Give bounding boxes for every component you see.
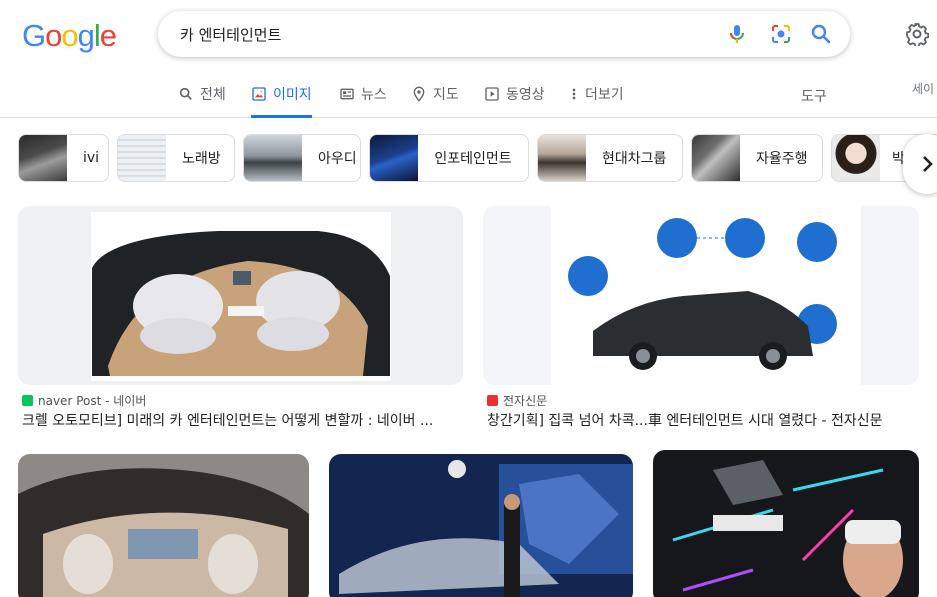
related-chip[interactable]: 아우디	[243, 134, 361, 182]
chip-label: 노래방	[182, 151, 221, 167]
tab-label: 동영상	[506, 87, 545, 103]
chip-label: 아우디	[318, 151, 357, 167]
logo-letter: g	[77, 18, 95, 53]
map-pin-icon	[413, 86, 425, 102]
chip-label: 인포테인먼트	[434, 151, 512, 167]
result-image[interactable]	[329, 454, 633, 597]
etnews-favicon-icon	[487, 395, 498, 406]
more-vert-icon	[572, 88, 576, 100]
search-icon	[179, 87, 192, 100]
tab-label: 뉴스	[361, 87, 387, 103]
chip-thumbnail	[832, 135, 880, 181]
gear-icon[interactable]	[905, 22, 929, 46]
chip-thumbnail	[244, 135, 302, 181]
tab-label: 더보기	[585, 87, 624, 103]
logo-letter: G	[22, 18, 46, 53]
naver-favicon-icon	[22, 395, 33, 406]
logo-letter: o	[61, 18, 78, 53]
vr-headset-image	[653, 450, 919, 597]
result-title[interactable]: 창간기획] 집콕 넘어 차콕...車 엔터테인먼트 시대 열렸다 - 전자신문	[487, 410, 923, 430]
chip-thumbnail	[118, 135, 166, 181]
logo-letter: e	[99, 18, 117, 53]
tab-images[interactable]: 이미지	[251, 84, 312, 118]
tab-label: 전체	[200, 87, 226, 103]
tab-maps[interactable]: 지도	[411, 84, 459, 118]
result-source[interactable]: 전자신문	[487, 392, 547, 409]
source-label: naver Post - 네이버	[38, 394, 147, 408]
chip-thumbnail	[370, 135, 418, 181]
safesearch-label[interactable]: 세이	[912, 80, 934, 97]
result-title[interactable]: 크렐 오토모티브] 미래의 카 엔터테인먼트는 어떻게 변할까 : 네이버 ..…	[22, 410, 462, 430]
tab-news[interactable]: 뉴스	[339, 84, 387, 118]
camera-lens-icon[interactable]	[769, 22, 793, 46]
search-box[interactable]: 카 엔터테인먼트	[158, 11, 850, 57]
related-chip[interactable]: 현대차그룹	[537, 134, 683, 182]
connected-car-diagram-image	[483, 206, 919, 385]
search-tabs: 전체 이미지 뉴스 지도 동영상 더보기 도구 세이	[0, 80, 937, 118]
search-icon[interactable]	[809, 22, 833, 46]
chevron-right-icon	[923, 156, 933, 172]
chip-label: ivi	[83, 150, 100, 166]
bmw-presentation-image	[329, 454, 633, 597]
chip-thumbnail	[692, 135, 740, 181]
concept-car-interior-image	[18, 454, 309, 597]
chips-next-button[interactable]	[903, 134, 937, 194]
google-logo[interactable]: Google	[22, 18, 117, 54]
result-image[interactable]	[18, 206, 463, 385]
mic-icon[interactable]	[725, 22, 749, 46]
news-icon	[340, 88, 354, 100]
logo-letter: o	[45, 18, 62, 53]
result-image[interactable]	[18, 454, 309, 597]
result-source[interactable]: naver Post - 네이버	[22, 392, 146, 409]
tab-more[interactable]: 더보기	[569, 84, 624, 118]
play-icon	[485, 87, 499, 101]
chip-thumbnail	[538, 135, 586, 181]
tab-label: 이미지	[273, 87, 312, 103]
image-icon	[252, 87, 266, 101]
chip-label: 자율주행	[756, 151, 808, 167]
related-chip[interactable]: 인포테인먼트	[369, 134, 529, 182]
tab-label: 지도	[433, 87, 459, 103]
source-label: 전자신문	[503, 394, 548, 408]
car-interior-image	[18, 206, 463, 385]
search-input[interactable]: 카 엔터테인먼트	[180, 24, 281, 45]
result-image[interactable]	[653, 450, 919, 597]
related-chip[interactable]: 노래방	[117, 134, 235, 182]
result-image[interactable]	[483, 206, 919, 385]
tools-button[interactable]: 도구	[801, 86, 827, 106]
tab-videos[interactable]: 동영상	[484, 84, 545, 118]
chip-thumbnail	[19, 135, 67, 181]
related-chip[interactable]: 자율주행	[691, 134, 823, 182]
related-chip[interactable]: ivi	[18, 134, 109, 182]
tab-all[interactable]: 전체	[178, 84, 226, 118]
chip-label: 현대차그룹	[602, 151, 667, 167]
